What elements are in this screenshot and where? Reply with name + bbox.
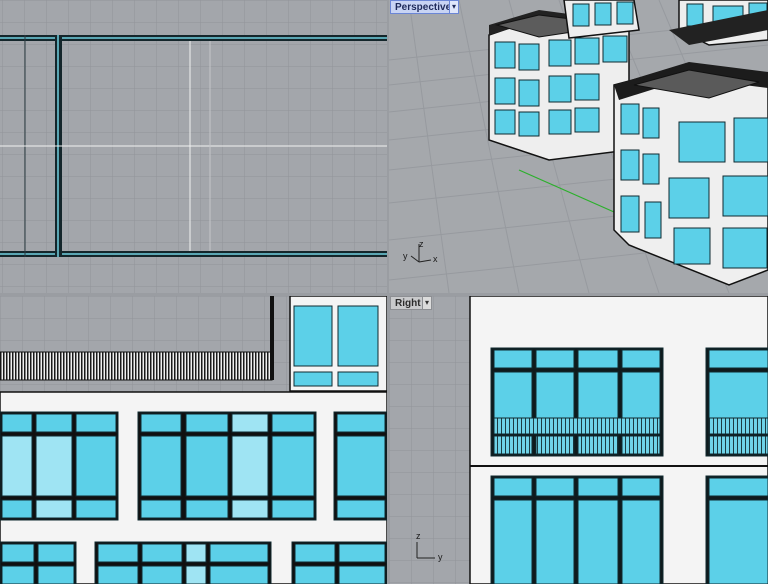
building-front-block — [613, 62, 768, 286]
front-window-2 — [137, 411, 317, 521]
viewport-label-right[interactable]: Right — [390, 296, 426, 310]
right-window-upper-1 — [490, 347, 664, 457]
viewport-top[interactable] — [0, 0, 387, 293]
axis-gizmo-perspective: z x y — [403, 239, 438, 264]
right-window-lower-2 — [705, 475, 768, 584]
viewport-front[interactable] — [0, 296, 387, 584]
right-window-upper-2 — [705, 347, 768, 457]
right-window-lower-1 — [490, 475, 664, 584]
viewport-label-perspective[interactable]: Perspective — [390, 0, 457, 14]
front-railing — [0, 351, 273, 381]
top-view-canvas — [0, 0, 387, 293]
viewport-perspective[interactable]: z x y Perspective ▾ — [389, 0, 768, 293]
viewport-right[interactable]: z y Right ▾ — [389, 296, 768, 584]
perspective-y-axis — [518, 169, 615, 213]
axis-y-label: y — [438, 552, 443, 562]
viewport-menu-dropdown-icon[interactable]: ▾ — [422, 296, 432, 310]
front-view-canvas — [0, 296, 387, 584]
axis-z-label: z — [419, 239, 424, 249]
viewport-menu-dropdown-icon[interactable]: ▾ — [449, 0, 459, 14]
front-window-row-lower — [0, 541, 387, 584]
axis-z-label: z — [416, 531, 421, 541]
front-window-3 — [333, 411, 387, 521]
right-view-canvas: z y — [389, 296, 768, 584]
front-window-1 — [0, 411, 119, 521]
axis-x-label: x — [433, 254, 438, 264]
axis-y-label: y — [403, 251, 408, 261]
perspective-canvas: z x y — [389, 0, 768, 293]
